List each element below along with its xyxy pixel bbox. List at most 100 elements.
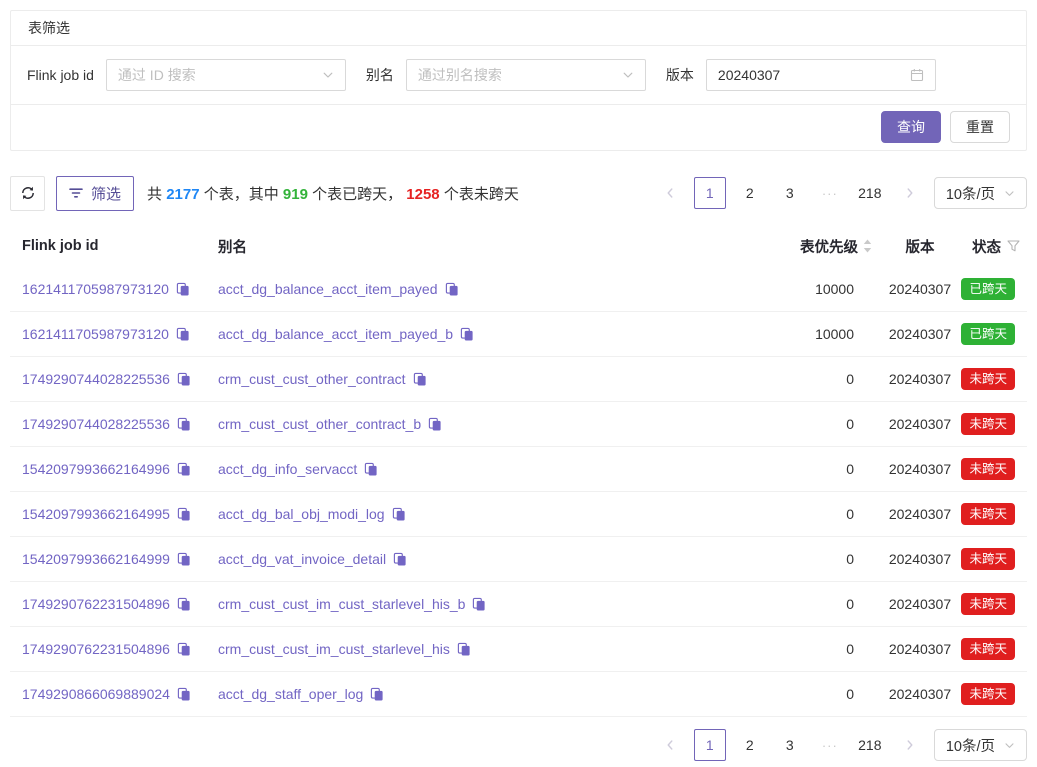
- copy-icon[interactable]: [428, 417, 442, 431]
- job-id-link[interactable]: 1749290866069889024: [22, 686, 170, 702]
- priority-value: 0: [762, 551, 882, 567]
- page-button-3[interactable]: 3: [774, 729, 806, 761]
- alias-search-select[interactable]: 通过别名搜索: [406, 59, 646, 91]
- job-id-search-select[interactable]: 通过 ID 搜索: [106, 59, 346, 91]
- job-id-link[interactable]: 1542097993662164996: [22, 461, 170, 477]
- table-row: 1749290762231504896 crm_cust_cust_im_cus…: [10, 582, 1027, 627]
- page-size-select[interactable]: 10条/页: [934, 729, 1027, 761]
- refresh-icon: [20, 185, 36, 201]
- alias-link[interactable]: crm_cust_cust_im_cust_starlevel_his: [218, 641, 450, 657]
- table-body: 1621411705987973120 acct_dg_balance_acct…: [10, 267, 1027, 717]
- version-value: 20240307: [882, 506, 958, 522]
- version-value: 20240307: [882, 686, 958, 702]
- job-id-link[interactable]: 1621411705987973120: [22, 281, 169, 297]
- version-value: 20240307: [882, 326, 958, 342]
- job-id-search-placeholder: 通过 ID 搜索: [118, 65, 322, 85]
- copy-icon[interactable]: [457, 642, 471, 656]
- page-button-218[interactable]: 218: [854, 729, 886, 761]
- copy-icon[interactable]: [177, 462, 191, 476]
- toolbar: 筛选 共 2177 个表，其中 919 个表已跨天， 1258 个表未跨天 12…: [10, 175, 1027, 211]
- alias-link[interactable]: crm_cust_cust_other_contract: [218, 371, 406, 387]
- copy-icon[interactable]: [177, 552, 191, 566]
- prev-page-button[interactable]: [654, 177, 686, 209]
- filter-toggle-button[interactable]: 筛选: [56, 176, 134, 211]
- funnel-icon[interactable]: [1007, 240, 1020, 252]
- table-row: 1542097993662164996 acct_dg_info_servacc…: [10, 447, 1027, 492]
- copy-icon[interactable]: [370, 687, 384, 701]
- not-crossed-count: 1258: [406, 186, 439, 203]
- alias-link[interactable]: acct_dg_info_servacct: [218, 461, 357, 477]
- version-value: 20240307: [882, 371, 958, 387]
- table-row: 1749290744028225536 crm_cust_cust_other_…: [10, 357, 1027, 402]
- col-header-priority[interactable]: 表优先级: [762, 236, 882, 257]
- priority-value: 0: [762, 641, 882, 657]
- copy-icon[interactable]: [392, 507, 406, 521]
- query-button[interactable]: 查询: [881, 111, 941, 143]
- copy-icon[interactable]: [177, 687, 191, 701]
- data-table: Flink job id 别名 表优先级 版本 状态 1621411705987…: [10, 225, 1027, 717]
- status-badge: 未跨天: [961, 638, 1015, 660]
- next-page-button[interactable]: [894, 177, 926, 209]
- copy-icon[interactable]: [177, 597, 191, 611]
- copy-icon[interactable]: [177, 642, 191, 656]
- job-id-link[interactable]: 1621411705987973120: [22, 326, 169, 342]
- version-value: 20240307: [882, 416, 958, 432]
- status-badge: 已跨天: [961, 278, 1015, 300]
- filter-row: Flink job id 通过 ID 搜索 别名 通过别名搜索 版本 20240…: [11, 46, 1026, 105]
- table-row: 1621411705987973120 acct_dg_balance_acct…: [10, 267, 1027, 312]
- job-id-link[interactable]: 1749290762231504896: [22, 596, 170, 612]
- version-date-value: 20240307: [718, 67, 910, 83]
- copy-icon[interactable]: [413, 372, 427, 386]
- chevron-down-icon: [622, 69, 634, 81]
- table-row: 1542097993662164999 acct_dg_vat_invoice_…: [10, 537, 1027, 582]
- alias-link[interactable]: crm_cust_cust_other_contract_b: [218, 416, 421, 432]
- page-size-select[interactable]: 10条/页: [934, 177, 1027, 209]
- priority-value: 10000: [762, 326, 882, 342]
- table-row: 1621411705987973120 acct_dg_balance_acct…: [10, 312, 1027, 357]
- copy-icon[interactable]: [472, 597, 486, 611]
- alias-filter-label: 别名: [366, 65, 394, 85]
- page-button-1[interactable]: 1: [694, 177, 726, 209]
- next-page-button[interactable]: [894, 729, 926, 761]
- copy-icon[interactable]: [445, 282, 459, 296]
- copy-icon[interactable]: [460, 327, 474, 341]
- copy-icon[interactable]: [364, 462, 378, 476]
- page-button-218[interactable]: 218: [854, 177, 886, 209]
- prev-page-button[interactable]: [654, 729, 686, 761]
- alias-link[interactable]: acct_dg_vat_invoice_detail: [218, 551, 386, 567]
- copy-icon[interactable]: [393, 552, 407, 566]
- col-header-status: 状态: [958, 236, 1027, 257]
- reset-button[interactable]: 重置: [950, 111, 1010, 143]
- version-date-picker[interactable]: 20240307: [706, 59, 936, 91]
- copy-icon[interactable]: [177, 372, 191, 386]
- alias-link[interactable]: acct_dg_balance_acct_item_payed: [218, 281, 438, 297]
- table-row: 1749290866069889024 acct_dg_staff_oper_l…: [10, 672, 1027, 717]
- version-filter-label: 版本: [666, 65, 694, 85]
- page-button-3[interactable]: 3: [774, 177, 806, 209]
- alias-link[interactable]: acct_dg_staff_oper_log: [218, 686, 363, 702]
- copy-icon[interactable]: [177, 507, 191, 521]
- job-id-link[interactable]: 1542097993662164999: [22, 551, 170, 567]
- priority-value: 0: [762, 596, 882, 612]
- col-header-alias: 别名: [206, 236, 762, 257]
- chevron-right-icon: [905, 739, 915, 751]
- alias-link[interactable]: acct_dg_bal_obj_modi_log: [218, 506, 385, 522]
- job-id-link[interactable]: 1749290744028225536: [22, 371, 170, 387]
- job-id-link[interactable]: 1542097993662164995: [22, 506, 170, 522]
- job-id-link[interactable]: 1749290744028225536: [22, 416, 170, 432]
- copy-icon[interactable]: [177, 417, 191, 431]
- priority-value: 0: [762, 686, 882, 702]
- job-id-link[interactable]: 1749290762231504896: [22, 641, 170, 657]
- page-button-2[interactable]: 2: [734, 177, 766, 209]
- filter-lines-icon: [69, 187, 83, 199]
- page-button-1[interactable]: 1: [694, 729, 726, 761]
- alias-link[interactable]: acct_dg_balance_acct_item_payed_b: [218, 326, 453, 342]
- sorter-icon[interactable]: [863, 239, 872, 253]
- refresh-button[interactable]: [10, 176, 45, 211]
- pagination-ellipsis: ···: [814, 729, 846, 761]
- copy-icon[interactable]: [176, 282, 190, 296]
- alias-link[interactable]: crm_cust_cust_im_cust_starlevel_his_b: [218, 596, 465, 612]
- copy-icon[interactable]: [176, 327, 190, 341]
- page-button-2[interactable]: 2: [734, 729, 766, 761]
- calendar-icon: [910, 68, 924, 82]
